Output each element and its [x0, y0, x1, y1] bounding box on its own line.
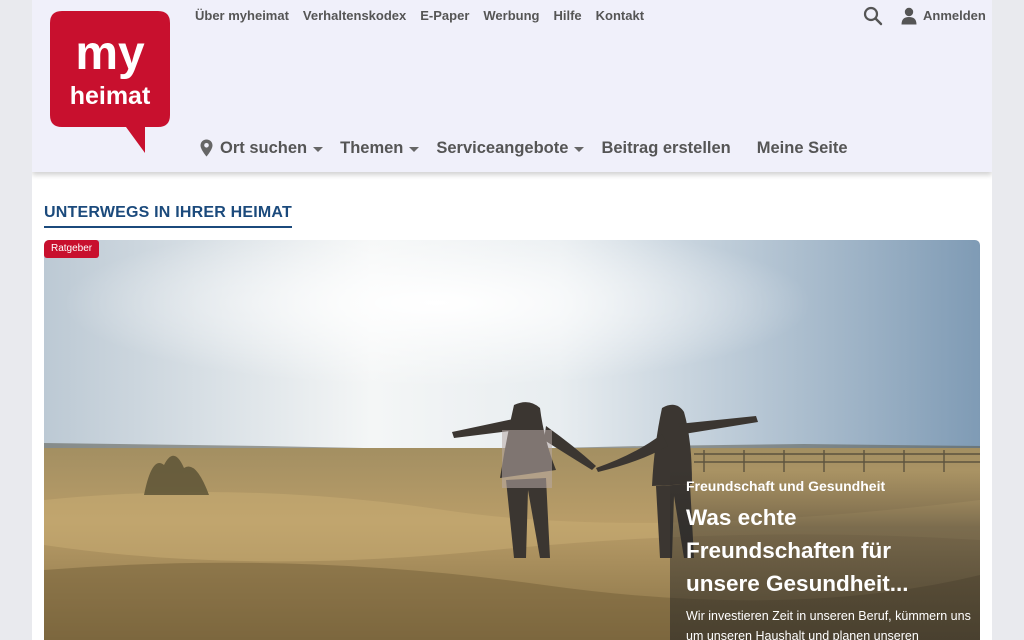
section-title: UNTERWEGS IN IHRER HEIMAT	[44, 203, 292, 228]
nav-ort-suchen-label: Ort suchen	[220, 139, 308, 157]
search-button[interactable]	[863, 6, 883, 26]
nav-meine-seite-label: Meine Seite	[756, 139, 848, 157]
myheimat-logo[interactable]: my heimat	[48, 9, 172, 155]
chevron-down-icon	[409, 146, 420, 152]
user-icon	[901, 7, 917, 25]
hero-description: Wir investieren Zeit in unseren Beruf, k…	[686, 609, 971, 640]
nav-serviceangebote[interactable]: Serviceangebote	[436, 138, 585, 158]
nav-beitrag-erstellen[interactable]: Beitrag erstellen	[601, 138, 730, 158]
site-header: my heimat Über myheimat Verhaltenskodex …	[32, 0, 992, 172]
nav-themen-label: Themen	[340, 139, 404, 157]
nav-ort-suchen[interactable]: Ort suchen	[200, 138, 324, 158]
category-badge[interactable]: Ratgeber	[44, 240, 100, 258]
top-navigation: Über myheimat Verhaltenskodex E-Paper We…	[195, 9, 644, 23]
nav-serviceangebote-label: Serviceangebote	[436, 139, 569, 157]
search-icon	[863, 6, 883, 26]
top-link-kontakt[interactable]: Kontakt	[596, 9, 644, 23]
nav-beitrag-erstellen-label: Beitrag erstellen	[601, 139, 731, 157]
hero-text-block: Freundschaft und Gesundheit Was echte Fr…	[686, 478, 971, 640]
hero-category: Freundschaft und Gesundheit	[686, 478, 886, 494]
hero-title[interactable]: Was echte Freundschaften für unsere Gesu…	[686, 501, 971, 600]
logo-speech-bubble: my heimat	[50, 11, 170, 153]
top-link-hilfe[interactable]: Hilfe	[553, 9, 581, 23]
map-pin-icon	[200, 139, 213, 157]
logo-text-heimat: heimat	[70, 82, 151, 110]
login-label: Anmelden	[923, 8, 986, 23]
page: my heimat Über myheimat Verhaltenskodex …	[32, 0, 992, 640]
chevron-down-icon	[313, 146, 324, 152]
nav-meine-seite[interactable]: Meine Seite	[757, 138, 848, 158]
nav-themen[interactable]: Themen	[340, 138, 420, 158]
chevron-down-icon	[574, 146, 585, 152]
main-navigation: Ort suchen Themen Serviceangebote Beitra…	[200, 138, 848, 158]
top-link-ueber-myheimat[interactable]: Über myheimat	[195, 9, 289, 23]
hero-article-card[interactable]: Ratgeber Freundschaft und Gesundheit Was…	[44, 240, 980, 640]
login-button[interactable]: Anmelden	[901, 6, 986, 26]
logo-text-my: my	[75, 27, 145, 80]
top-link-e-paper[interactable]: E-Paper	[420, 9, 469, 23]
top-link-werbung[interactable]: Werbung	[483, 9, 539, 23]
top-link-verhaltenskodex[interactable]: Verhaltenskodex	[303, 9, 406, 23]
